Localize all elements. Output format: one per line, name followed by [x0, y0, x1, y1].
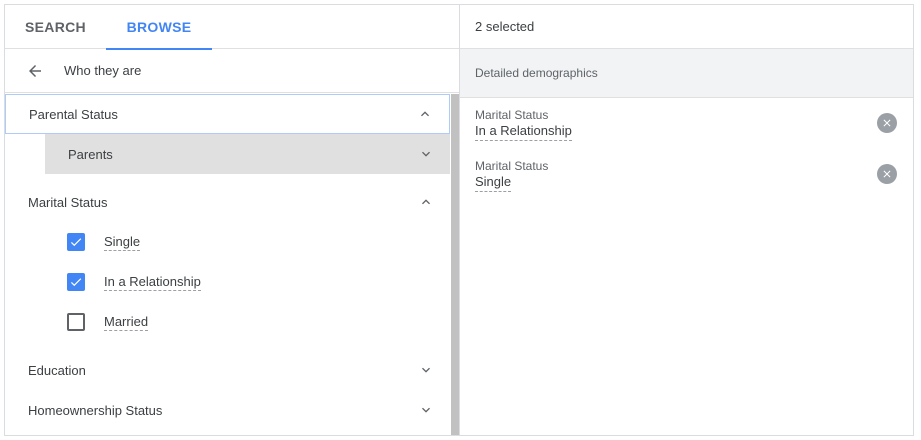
back-button[interactable] — [5, 49, 65, 93]
checkmark-icon — [70, 278, 82, 287]
chevron-down-icon — [422, 407, 430, 413]
category-parental-status[interactable]: Parental Status — [5, 94, 450, 134]
arrow-back-icon — [29, 64, 41, 77]
checkbox-checked[interactable] — [67, 273, 85, 291]
category-label: Homeownership Status — [28, 402, 163, 418]
tab-search[interactable]: SEARCH — [5, 5, 106, 49]
close-icon — [883, 119, 891, 127]
selected-item-value: In a Relationship — [475, 122, 572, 141]
option-label: Single — [104, 233, 141, 251]
selected-panel: 2 selected Detailed demographics Marital… — [460, 5, 913, 435]
subcategory-label: Parents — [68, 146, 113, 162]
browse-panel: SEARCH BROWSE Who they are Parental Stat… — [5, 5, 460, 435]
subcategory-parents[interactable]: Parents — [45, 134, 450, 174]
category-education[interactable]: Education — [5, 350, 450, 390]
active-tab-indicator — [106, 48, 212, 50]
scrollbar[interactable] — [451, 94, 459, 435]
selected-count: 2 selected — [460, 5, 913, 49]
category-list: Parental Status Parents Marital Status S… — [5, 94, 450, 435]
category-label: Parental Status — [29, 106, 118, 122]
close-icon — [883, 170, 891, 178]
option-single[interactable]: Single — [5, 222, 450, 262]
option-label: In a Relationship — [104, 273, 201, 291]
category-label: Marital Status — [28, 194, 108, 210]
selected-item-category: Marital Status — [475, 159, 549, 173]
audience-browser: SEARCH BROWSE Who they are Parental Stat… — [4, 4, 914, 436]
section-header-detailed-demographics: Detailed demographics — [460, 49, 913, 98]
option-in-a-relationship[interactable]: In a Relationship — [5, 262, 450, 302]
category-homeownership-status[interactable]: Homeownership Status — [5, 390, 450, 430]
breadcrumb-label: Who they are — [64, 63, 142, 78]
category-label: Education — [28, 362, 86, 378]
selected-item-category: Marital Status — [475, 108, 549, 122]
option-label: Married — [104, 313, 149, 331]
tab-browse[interactable]: BROWSE — [106, 5, 212, 50]
category-marital-status[interactable]: Marital Status — [5, 182, 450, 222]
chevron-down-icon — [422, 367, 430, 373]
checkbox-unchecked[interactable] — [67, 313, 85, 331]
checkmark-icon — [70, 238, 82, 247]
remove-button[interactable] — [877, 164, 897, 184]
chevron-up-icon — [422, 199, 430, 205]
breadcrumb: Who they are — [5, 49, 459, 93]
selected-item: Marital Status In a Relationship — [460, 98, 913, 149]
tab-browse-label: BROWSE — [126, 19, 192, 35]
selected-item-value: Single — [475, 173, 512, 192]
tab-bar: SEARCH BROWSE — [5, 5, 459, 50]
chevron-down-icon — [422, 151, 430, 157]
chevron-up-icon — [421, 111, 429, 117]
selected-item: Marital Status Single — [460, 149, 913, 200]
remove-button[interactable] — [877, 113, 897, 133]
checkbox-checked[interactable] — [67, 233, 85, 251]
option-married[interactable]: Married — [5, 302, 450, 342]
